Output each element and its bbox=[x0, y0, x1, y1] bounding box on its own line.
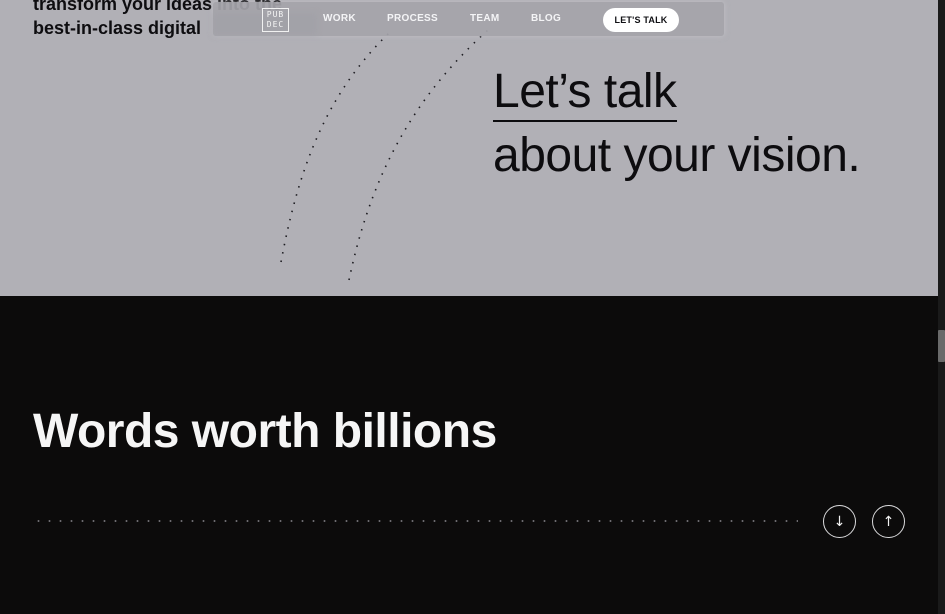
arrow-down-icon: ↓ bbox=[833, 513, 846, 530]
nav-link-team[interactable]: TEAM bbox=[470, 13, 500, 24]
nav-link-process[interactable]: PROCESS bbox=[387, 13, 438, 24]
logo-line-1: PUB bbox=[266, 10, 285, 19]
page-scrollbar[interactable] bbox=[938, 0, 945, 614]
top-navigation: PUB DEC WORK PROCESS TEAM BLOG LET'S TAL… bbox=[213, 2, 724, 36]
scrollbar-thumb[interactable] bbox=[938, 330, 945, 362]
dashed-arc-right bbox=[348, 29, 489, 281]
section-title: Words worth billions bbox=[33, 405, 497, 458]
page: transform your ideas into the best-in-cl… bbox=[0, 0, 945, 614]
lets-talk-button[interactable]: LET'S TALK bbox=[603, 8, 679, 32]
logo-line-2: DEC bbox=[266, 20, 285, 29]
testimonials-section: Words worth billions ↓ ↑ bbox=[0, 296, 938, 614]
dotted-progress-line bbox=[33, 520, 798, 522]
arrow-up-icon: ↑ bbox=[882, 513, 895, 530]
pubdec-logo[interactable]: PUB DEC bbox=[262, 8, 289, 32]
lets-talk-link[interactable]: Let’s talk bbox=[493, 64, 677, 122]
nav-link-work[interactable]: WORK bbox=[323, 13, 356, 24]
hero-section: transform your ideas into the best-in-cl… bbox=[0, 0, 938, 296]
lets-talk-subline: about your vision. bbox=[493, 129, 861, 182]
scroll-up-button[interactable]: ↑ bbox=[872, 505, 905, 538]
dashed-arc-left bbox=[280, 31, 391, 263]
lets-talk-heading: Let’s talk about your vision. bbox=[493, 60, 861, 188]
nav-link-blog[interactable]: BLOG bbox=[531, 13, 561, 24]
scroll-down-button[interactable]: ↓ bbox=[823, 505, 856, 538]
